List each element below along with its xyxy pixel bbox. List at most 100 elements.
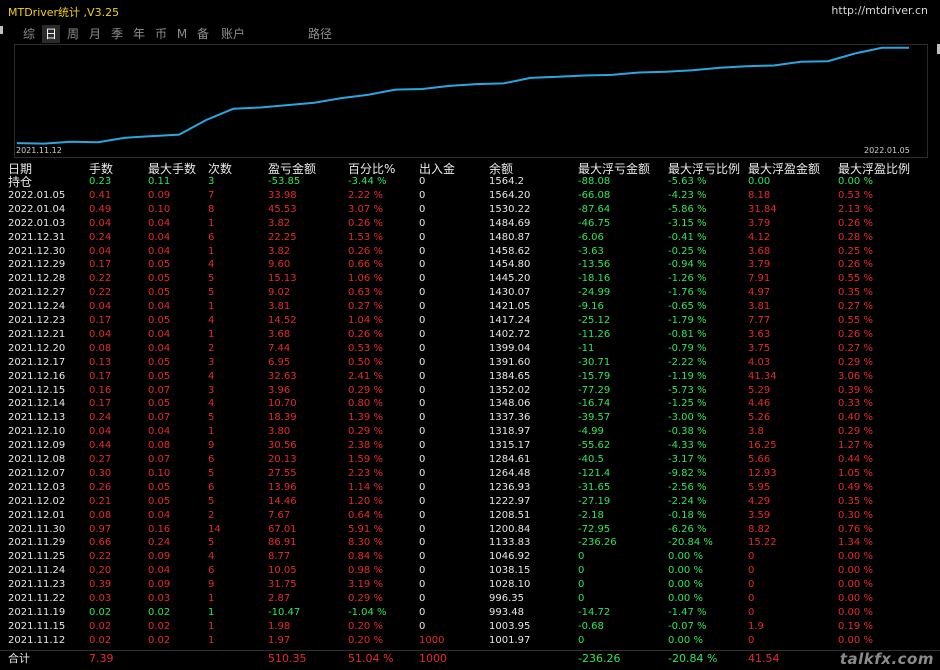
cell-deposit: 0: [419, 328, 426, 340]
site-link[interactable]: http://mtdriver.cn: [831, 4, 928, 17]
table-row[interactable]: 2021.12.17 0.13 0.05 3 6.95 0.50 % 0 1391.60 -30…: [0, 356, 940, 370]
table-row[interactable]: 2021.12.01 0.08 0.04 2 7.67 0.64 % 0 1208.51 -2.…: [0, 509, 940, 523]
table-row[interactable]: 2021.12.30 0.04 0.04 1 3.82 0.26 % 0 1458.62 -3.…: [0, 245, 940, 259]
cell-max-float-loss-pct: -3.15 %: [668, 217, 707, 229]
table-row[interactable]: 2021.11.24 0.20 0.04 6 10.05 0.98 % 0 1038.15 0 0…: [0, 564, 940, 578]
cell-balance: 1454.80: [489, 259, 531, 271]
table-row[interactable]: 2021.11.23 0.39 0.09 9 31.75 3.19 % 0 1028.10 0 0…: [0, 578, 940, 592]
cell-max-float-profit-pct: 0.49 %: [838, 481, 873, 493]
table-row[interactable]: 2021.12.14 0.17 0.05 4 10.70 0.80 % 0 1348.06 -1…: [0, 397, 940, 411]
cell-count: 1: [208, 245, 215, 257]
table-row[interactable]: 2021.11.12 0.02 0.02 1 1.97 0.20 % 1000 1001.97…: [0, 634, 940, 648]
table-row[interactable]: 2021.12.21 0.04 0.04 1 3.68 0.26 % 0 1402.72 -11…: [0, 328, 940, 342]
cell-lots: 0.97: [89, 523, 112, 535]
cell-count: 1: [208, 301, 215, 313]
cell-date: 2021.12.14: [8, 398, 66, 410]
cell-deposit: 0: [419, 398, 426, 410]
cell-count: 3: [208, 356, 215, 368]
tab-4[interactable]: 季: [108, 25, 126, 43]
table-row[interactable]: 2021.11.25 0.22 0.09 4 8.77 0.84 % 0 1046.92 0 0.…: [0, 550, 940, 564]
table-row[interactable]: 2021.12.13 0.24 0.07 5 18.39 1.39 % 0 1337.36 -3…: [0, 411, 940, 425]
cell-pnl: -10.47: [268, 606, 301, 618]
cell-max-float-loss: -16.74: [578, 398, 611, 410]
cell-max-float-profit-pct: 0.30 %: [838, 509, 873, 521]
cell-max-float-profit-pct: 2.13 %: [838, 203, 873, 215]
cell-max-lots: 0.09: [148, 551, 171, 563]
table-row[interactable]: 2021.12.29 0.17 0.05 4 9.60 0.66 % 0 1454.80 -13…: [0, 258, 940, 272]
cell-max-float-loss: -87.64: [578, 203, 611, 215]
holding-row[interactable]: 持仓 0.23 0.11 3 -53.85 -3.44 % 0 1564.2 -88.08 -5.…: [0, 175, 940, 189]
cell-pnl: 3.80: [268, 426, 291, 438]
cell-max-float-loss-pct: -0.18 %: [668, 509, 707, 521]
table-row[interactable]: 2021.12.02 0.21 0.05 5 14.46 1.20 % 0 1222.97 -2…: [0, 495, 940, 509]
tab-6[interactable]: 币: [152, 25, 170, 43]
table-row[interactable]: 2021.12.24 0.04 0.04 1 3.81 0.27 % 0 1421.05 -9.…: [0, 300, 940, 314]
cell-max-float-loss-pct: -0.81 %: [668, 328, 707, 340]
cell-balance: 993.48: [489, 606, 524, 618]
cell-count: 6: [208, 231, 215, 243]
cell-lots: 0.66: [89, 537, 112, 549]
table-row[interactable]: 2022.01.05 0.41 0.09 7 33.98 2.22 % 0 1564.20 -6…: [0, 189, 940, 203]
table-row[interactable]: 2021.12.31 0.24 0.04 6 22.25 1.53 % 0 1480.87 -6…: [0, 231, 940, 245]
table-row[interactable]: 2021.11.19 0.02 0.02 1 -10.47 -1.04 % 0 993.48 -…: [0, 606, 940, 620]
cell-pnl: 32.63: [268, 370, 297, 382]
tab-2[interactable]: 周: [64, 25, 82, 43]
cell-max-float-loss: -31.65: [578, 481, 611, 493]
table-row[interactable]: 2021.11.22 0.03 0.03 1 2.87 0.29 % 0 996.35 0 0.0…: [0, 592, 940, 606]
cell-max-float-profit-pct: 0.28 %: [838, 231, 873, 243]
table-row[interactable]: 2021.12.07 0.30 0.10 5 27.55 2.23 % 0 1264.48 -1…: [0, 467, 940, 481]
table-row[interactable]: 2021.12.27 0.22 0.05 5 9.02 0.63 % 0 1430.07 -24…: [0, 286, 940, 300]
table-row[interactable]: 2021.11.15 0.02 0.02 1 1.98 0.20 % 0 1003.95 -0.…: [0, 620, 940, 634]
tab-7[interactable]: M: [175, 25, 189, 43]
cell-max-lots: 0.24: [148, 537, 171, 549]
cell-lots: 0.20: [89, 565, 112, 577]
table-row[interactable]: 2021.12.15 0.16 0.07 3 3.96 0.29 % 0 1352.02 -77…: [0, 384, 940, 398]
cell-date: 2021.12.24: [8, 301, 66, 313]
cell-lots: 0.24: [89, 412, 112, 424]
tab-1[interactable]: 日: [42, 25, 60, 43]
cell-max-float-loss-pct: -0.65 %: [668, 301, 707, 313]
cell-deposit: 0: [419, 217, 426, 229]
cell-lots: 0.04: [89, 426, 112, 438]
tab-0[interactable]: 综: [20, 25, 38, 43]
cell-pnl: 86.91: [268, 537, 297, 549]
cell-balance: 1421.05: [489, 301, 531, 313]
table-row[interactable]: 2021.12.09 0.44 0.08 9 30.56 2.38 % 0 1315.17 -5…: [0, 439, 940, 453]
cell-max-float-profit: 3.59: [748, 509, 771, 521]
cell-pct: 1.20 %: [348, 495, 383, 507]
table-header: 日期 手数 最大手数 次数 盈亏金额 百分比% 出入金 余额 最大浮亏金额 最大浮亏比例 最大浮盈金…: [0, 160, 940, 176]
cell-max-float-profit-pct: 0.33 %: [838, 398, 873, 410]
table-row[interactable]: 2021.12.28 0.22 0.05 5 15.13 1.06 % 0 1445.20 -1…: [0, 272, 940, 286]
table-row[interactable]: 2022.01.03 0.04 0.04 1 3.82 0.26 % 0 1484.69 -46…: [0, 217, 940, 231]
cell-count: 8: [208, 203, 215, 215]
cell-deposit: 0: [419, 565, 426, 577]
cell-pct: 0.26 %: [348, 328, 383, 340]
table-row[interactable]: 2021.12.08 0.27 0.07 6 20.13 1.59 % 0 1284.61 -4…: [0, 453, 940, 467]
cell-max-float-profit: 0: [748, 606, 755, 618]
table-row[interactable]: 2021.11.30 0.97 0.16 14 67.01 5.91 % 0 1200.84 -…: [0, 523, 940, 537]
table-row[interactable]: 2022.01.04 0.49 0.10 8 45.53 3.07 % 0 1530.22 -8…: [0, 203, 940, 217]
cell-pnl: 7.67: [268, 509, 291, 521]
cell-max-float-loss: -6.06: [578, 231, 604, 243]
cell-pnl: 27.55: [268, 467, 297, 479]
tab-3[interactable]: 月: [86, 25, 104, 43]
tab-5[interactable]: 年: [130, 25, 148, 43]
table-row[interactable]: 2021.12.03 0.26 0.05 6 13.96 1.14 % 0 1236.93 -3…: [0, 481, 940, 495]
cell-max-float-profit: 4.12: [748, 231, 771, 243]
cell-balance: 1530.22: [489, 203, 531, 215]
cell-count: 1: [208, 634, 215, 646]
tab-10[interactable]: 路径: [306, 25, 334, 43]
cell-count: 2: [208, 342, 215, 354]
cell-pct: 1.53 %: [348, 231, 383, 243]
cell-pct: -3.44 %: [348, 176, 387, 187]
table-row[interactable]: 2021.12.10 0.04 0.04 1 3.80 0.29 % 0 1318.97 -4.…: [0, 425, 940, 439]
tab-9[interactable]: 账户: [219, 25, 247, 43]
table-row[interactable]: 2021.11.29 0.66 0.24 5 86.91 8.30 % 0 1133.83 -2…: [0, 536, 940, 550]
cell-count: 6: [208, 481, 215, 493]
cell-pct: 1.06 %: [348, 273, 383, 285]
tab-8[interactable]: 备: [195, 25, 211, 43]
table-row[interactable]: 2021.12.23 0.17 0.05 4 14.52 1.04 % 0 1417.24 -2…: [0, 314, 940, 328]
table-row[interactable]: 2021.12.20 0.08 0.04 2 7.44 0.53 % 0 1399.04 -11…: [0, 342, 940, 356]
cell-pnl: 18.39: [268, 412, 297, 424]
table-row[interactable]: 2021.12.16 0.17 0.05 4 32.63 2.41 % 0 1384.65 -1…: [0, 370, 940, 384]
